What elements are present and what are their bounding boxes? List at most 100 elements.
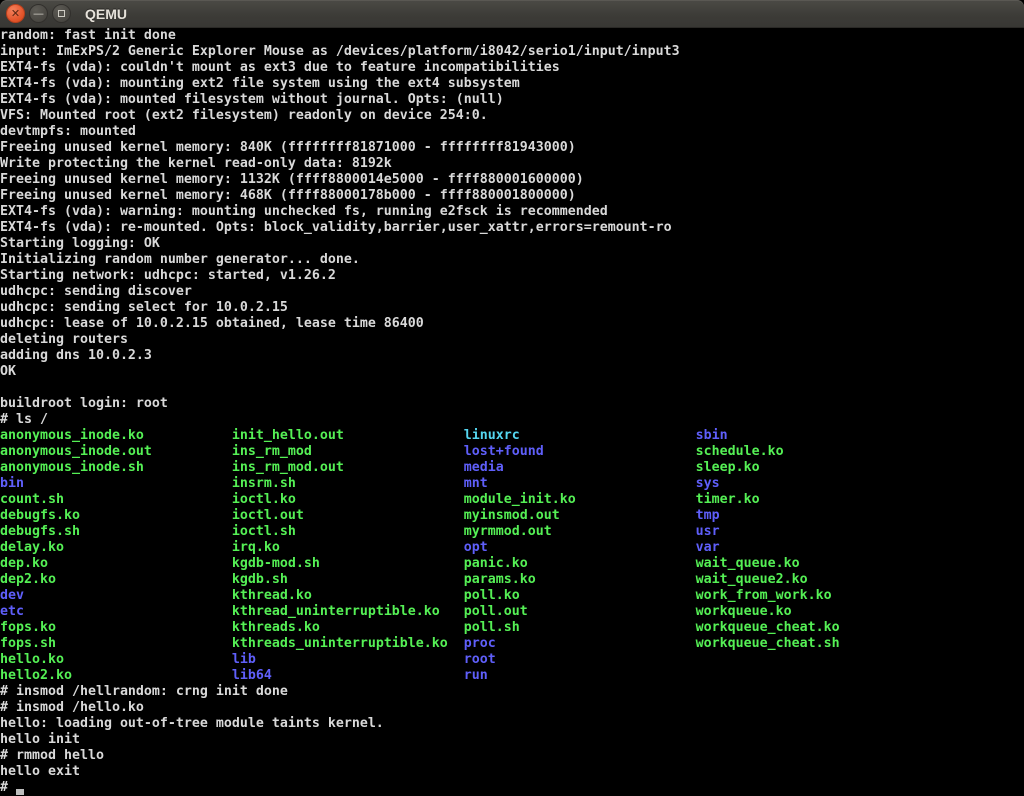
console-line: hello exit: [0, 764, 1024, 780]
ls-entry: delay.ko: [0, 540, 232, 555]
ls-entry: anonymous_inode.ko: [0, 428, 232, 443]
ls-entry: opt: [464, 540, 696, 555]
ls-entry: workqueue_cheat.sh: [696, 636, 840, 651]
close-button[interactable]: ✕: [6, 4, 25, 23]
ls-entry: ioctl.ko: [232, 492, 464, 507]
minimize-icon: —: [33, 8, 44, 19]
ls-entry: insrm.sh: [232, 476, 464, 491]
shell-prompt: #: [0, 780, 16, 795]
ls-entry: workqueue.ko: [696, 604, 792, 619]
close-icon: ✕: [11, 8, 20, 19]
console-line: udhcpc: lease of 10.0.2.15 obtained, lea…: [0, 316, 1024, 332]
ls-entry: myinsmod.out: [464, 508, 696, 523]
ls-entry: myrmmod.out: [464, 524, 696, 539]
console-line: EXT4-fs (vda): re-mounted. Opts: block_v…: [0, 220, 1024, 236]
ls-entry: schedule.ko: [696, 444, 784, 459]
console-line: adding dns 10.0.2.3: [0, 348, 1024, 364]
console-line: delay.ko irq.ko opt var: [0, 540, 1024, 556]
ls-entry: hello.ko: [0, 652, 232, 667]
console-line: Starting logging: OK: [0, 236, 1024, 252]
window-title: QEMU: [85, 6, 127, 22]
console-line: Initializing random number generator... …: [0, 252, 1024, 268]
ls-entry: kthread.ko: [232, 588, 464, 603]
ls-entry: etc: [0, 604, 232, 619]
console[interactable]: random: fast init doneinput: ImExPS/2 Ge…: [0, 28, 1024, 796]
console-line: # insmod /hello.ko: [0, 700, 1024, 716]
console-line: anonymous_inode.out ins_rm_mod lost+foun…: [0, 444, 1024, 460]
ls-entry: anonymous_inode.sh: [0, 460, 232, 475]
ls-entry: debugfs.ko: [0, 508, 232, 523]
console-line: bin insrm.sh mnt sys: [0, 476, 1024, 492]
ls-entry: ioctl.sh: [232, 524, 464, 539]
console-line: # ls /: [0, 412, 1024, 428]
ls-entry: ins_rm_mod: [232, 444, 464, 459]
console-line: EXT4-fs (vda): mounted filesystem withou…: [0, 92, 1024, 108]
ls-entry: workqueue_cheat.ko: [696, 620, 840, 635]
console-line: # insmod /hellrandom: crng init done: [0, 684, 1024, 700]
ls-entry: run: [464, 668, 488, 683]
console-line: fops.ko kthreads.ko poll.sh workqueue_ch…: [0, 620, 1024, 636]
console-line: hello init: [0, 732, 1024, 748]
ls-entry: anonymous_inode.out: [0, 444, 232, 459]
console-line: etc kthread_uninterruptible.ko poll.out …: [0, 604, 1024, 620]
ls-entry: ins_rm_mod.out: [232, 460, 464, 475]
titlebar[interactable]: ✕ — QEMU: [0, 0, 1024, 28]
console-line: debugfs.sh ioctl.sh myrmmod.out usr: [0, 524, 1024, 540]
ls-entry: ioctl.out: [232, 508, 464, 523]
ls-entry: kthreads_uninterruptible.ko: [232, 636, 464, 651]
console-line: EXT4-fs (vda): couldn't mount as ext3 du…: [0, 60, 1024, 76]
console-line: udhcpc: sending discover: [0, 284, 1024, 300]
ls-entry: usr: [696, 524, 720, 539]
ls-entry: panic.ko: [464, 556, 696, 571]
console-line: debugfs.ko ioctl.out myinsmod.out tmp: [0, 508, 1024, 524]
ls-entry: wait_queue2.ko: [696, 572, 808, 587]
console-line: dev kthread.ko poll.ko work_from_work.ko: [0, 588, 1024, 604]
maximize-icon: [58, 10, 65, 17]
ls-entry: dep.ko: [0, 556, 232, 571]
ls-entry: dep2.ko: [0, 572, 232, 587]
ls-entry: irq.ko: [232, 540, 464, 555]
console-line: anonymous_inode.sh ins_rm_mod.out media …: [0, 460, 1024, 476]
console-line: Freeing unused kernel memory: 840K (ffff…: [0, 140, 1024, 156]
console-line: hello: loading out-of-tree module taints…: [0, 716, 1024, 732]
ls-entry: params.ko: [464, 572, 696, 587]
console-line: anonymous_inode.ko init_hello.out linuxr…: [0, 428, 1024, 444]
ls-entry: timer.ko: [696, 492, 760, 507]
ls-entry: kthread_uninterruptible.ko: [232, 604, 464, 619]
ls-entry: wait_queue.ko: [696, 556, 800, 571]
ls-entry: hello2.ko: [0, 668, 232, 683]
prompt-line: #: [0, 780, 1024, 796]
qemu-window: ✕ — QEMU random: fast init doneinput: Im…: [0, 0, 1024, 796]
text-cursor: [16, 789, 24, 795]
ls-entry: sys: [696, 476, 720, 491]
console-line: # rmmod hello: [0, 748, 1024, 764]
ls-entry: bin: [0, 476, 232, 491]
console-line: Write protecting the kernel read-only da…: [0, 156, 1024, 172]
console-line: hello.ko lib root: [0, 652, 1024, 668]
ls-entry: kthreads.ko: [232, 620, 464, 635]
ls-entry: poll.out: [464, 604, 696, 619]
ls-entry: linuxrc: [464, 428, 696, 443]
ls-entry: tmp: [696, 508, 720, 523]
ls-entry: init_hello.out: [232, 428, 464, 443]
ls-entry: lib: [232, 652, 464, 667]
console-line: udhcpc: sending select for 10.0.2.15: [0, 300, 1024, 316]
ls-entry: debugfs.sh: [0, 524, 232, 539]
console-line: devtmpfs: mounted: [0, 124, 1024, 140]
ls-entry: fops.sh: [0, 636, 232, 651]
console-line: EXT4-fs (vda): warning: mounting uncheck…: [0, 204, 1024, 220]
console-line: Freeing unused kernel memory: 468K (ffff…: [0, 188, 1024, 204]
ls-entry: lib64: [232, 668, 464, 683]
ls-entry: fops.ko: [0, 620, 232, 635]
console-line: Freeing unused kernel memory: 1132K (fff…: [0, 172, 1024, 188]
ls-entry: lost+found: [464, 444, 696, 459]
console-line: buildroot login: root: [0, 396, 1024, 412]
ls-entry: mnt: [464, 476, 696, 491]
ls-entry: sbin: [696, 428, 728, 443]
console-line: fops.sh kthreads_uninterruptible.ko proc…: [0, 636, 1024, 652]
console-line: deleting routers: [0, 332, 1024, 348]
minimize-button[interactable]: —: [29, 4, 48, 23]
console-line: input: ImExPS/2 Generic Explorer Mouse a…: [0, 44, 1024, 60]
ls-entry: sleep.ko: [696, 460, 760, 475]
maximize-button[interactable]: [52, 4, 71, 23]
